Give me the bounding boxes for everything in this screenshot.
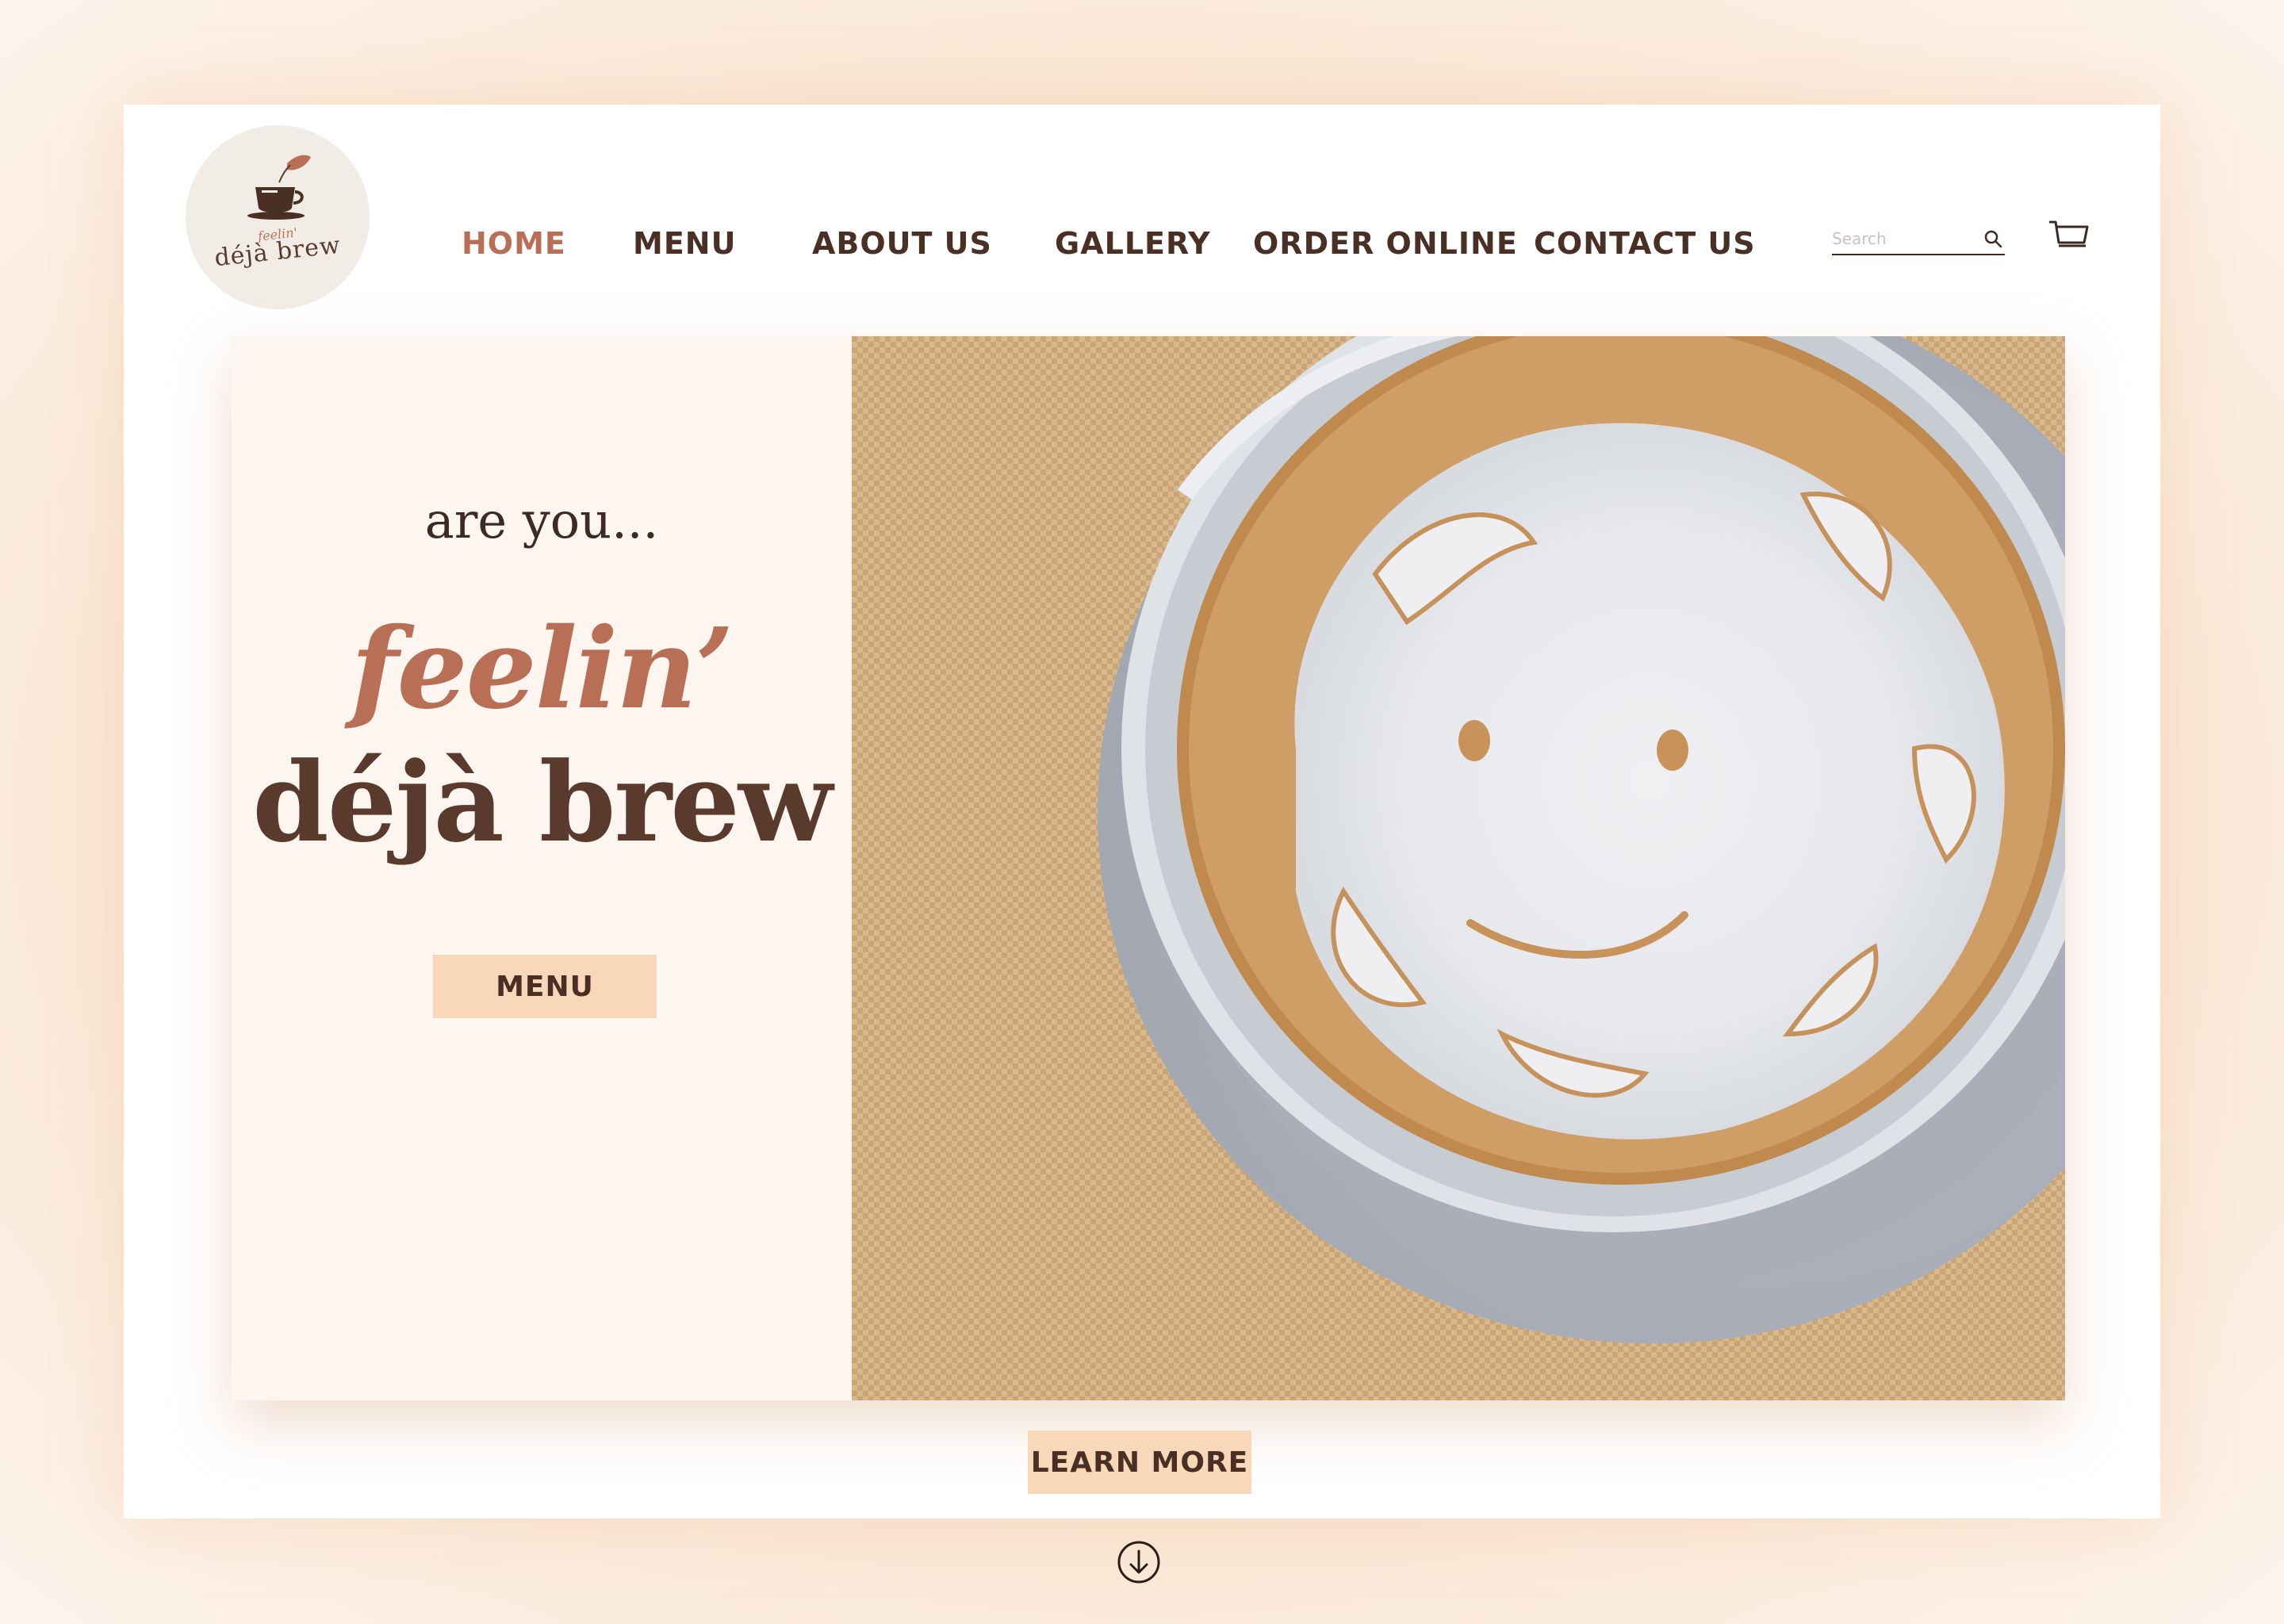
nav-gallery[interactable]: GALLERY: [1055, 222, 1211, 265]
hero-headline-deja-brew: déjà brew: [252, 737, 832, 867]
nav-home[interactable]: HOME: [462, 222, 566, 265]
cart-icon[interactable]: [2048, 219, 2090, 254]
nav-about-us[interactable]: ABOUT US: [812, 222, 992, 265]
hero-intro: are you...: [424, 492, 659, 550]
hero-headline-feelin: feelin’: [351, 604, 734, 734]
hero-section: are you... feelin’ déjà brew MENU: [232, 336, 2065, 1400]
search-box: [1832, 224, 2005, 255]
nav-order-online[interactable]: ORDER ONLINE: [1253, 222, 1518, 265]
learn-more-button[interactable]: LEARN MORE: [1028, 1431, 1251, 1494]
coffee-cup-leaf-icon: [247, 155, 311, 220]
search-icon[interactable]: [1983, 228, 2003, 249]
arrow-down-circle-icon[interactable]: [1117, 1540, 1161, 1584]
hero-menu-button[interactable]: MENU: [433, 955, 657, 1018]
search-input[interactable]: [1832, 228, 1975, 249]
nav-menu[interactable]: MENU: [633, 222, 736, 265]
nav-contact-us[interactable]: CONTACT US: [1534, 222, 1756, 265]
page-card: feelin' déjà brew HOME MENU ABOUT US GAL…: [124, 105, 2160, 1519]
hero-text-panel: are you... feelin’ déjà brew MENU: [232, 336, 852, 1400]
brand-logo[interactable]: feelin' déjà brew: [186, 125, 370, 309]
latte-art-photo: [852, 336, 2065, 1400]
